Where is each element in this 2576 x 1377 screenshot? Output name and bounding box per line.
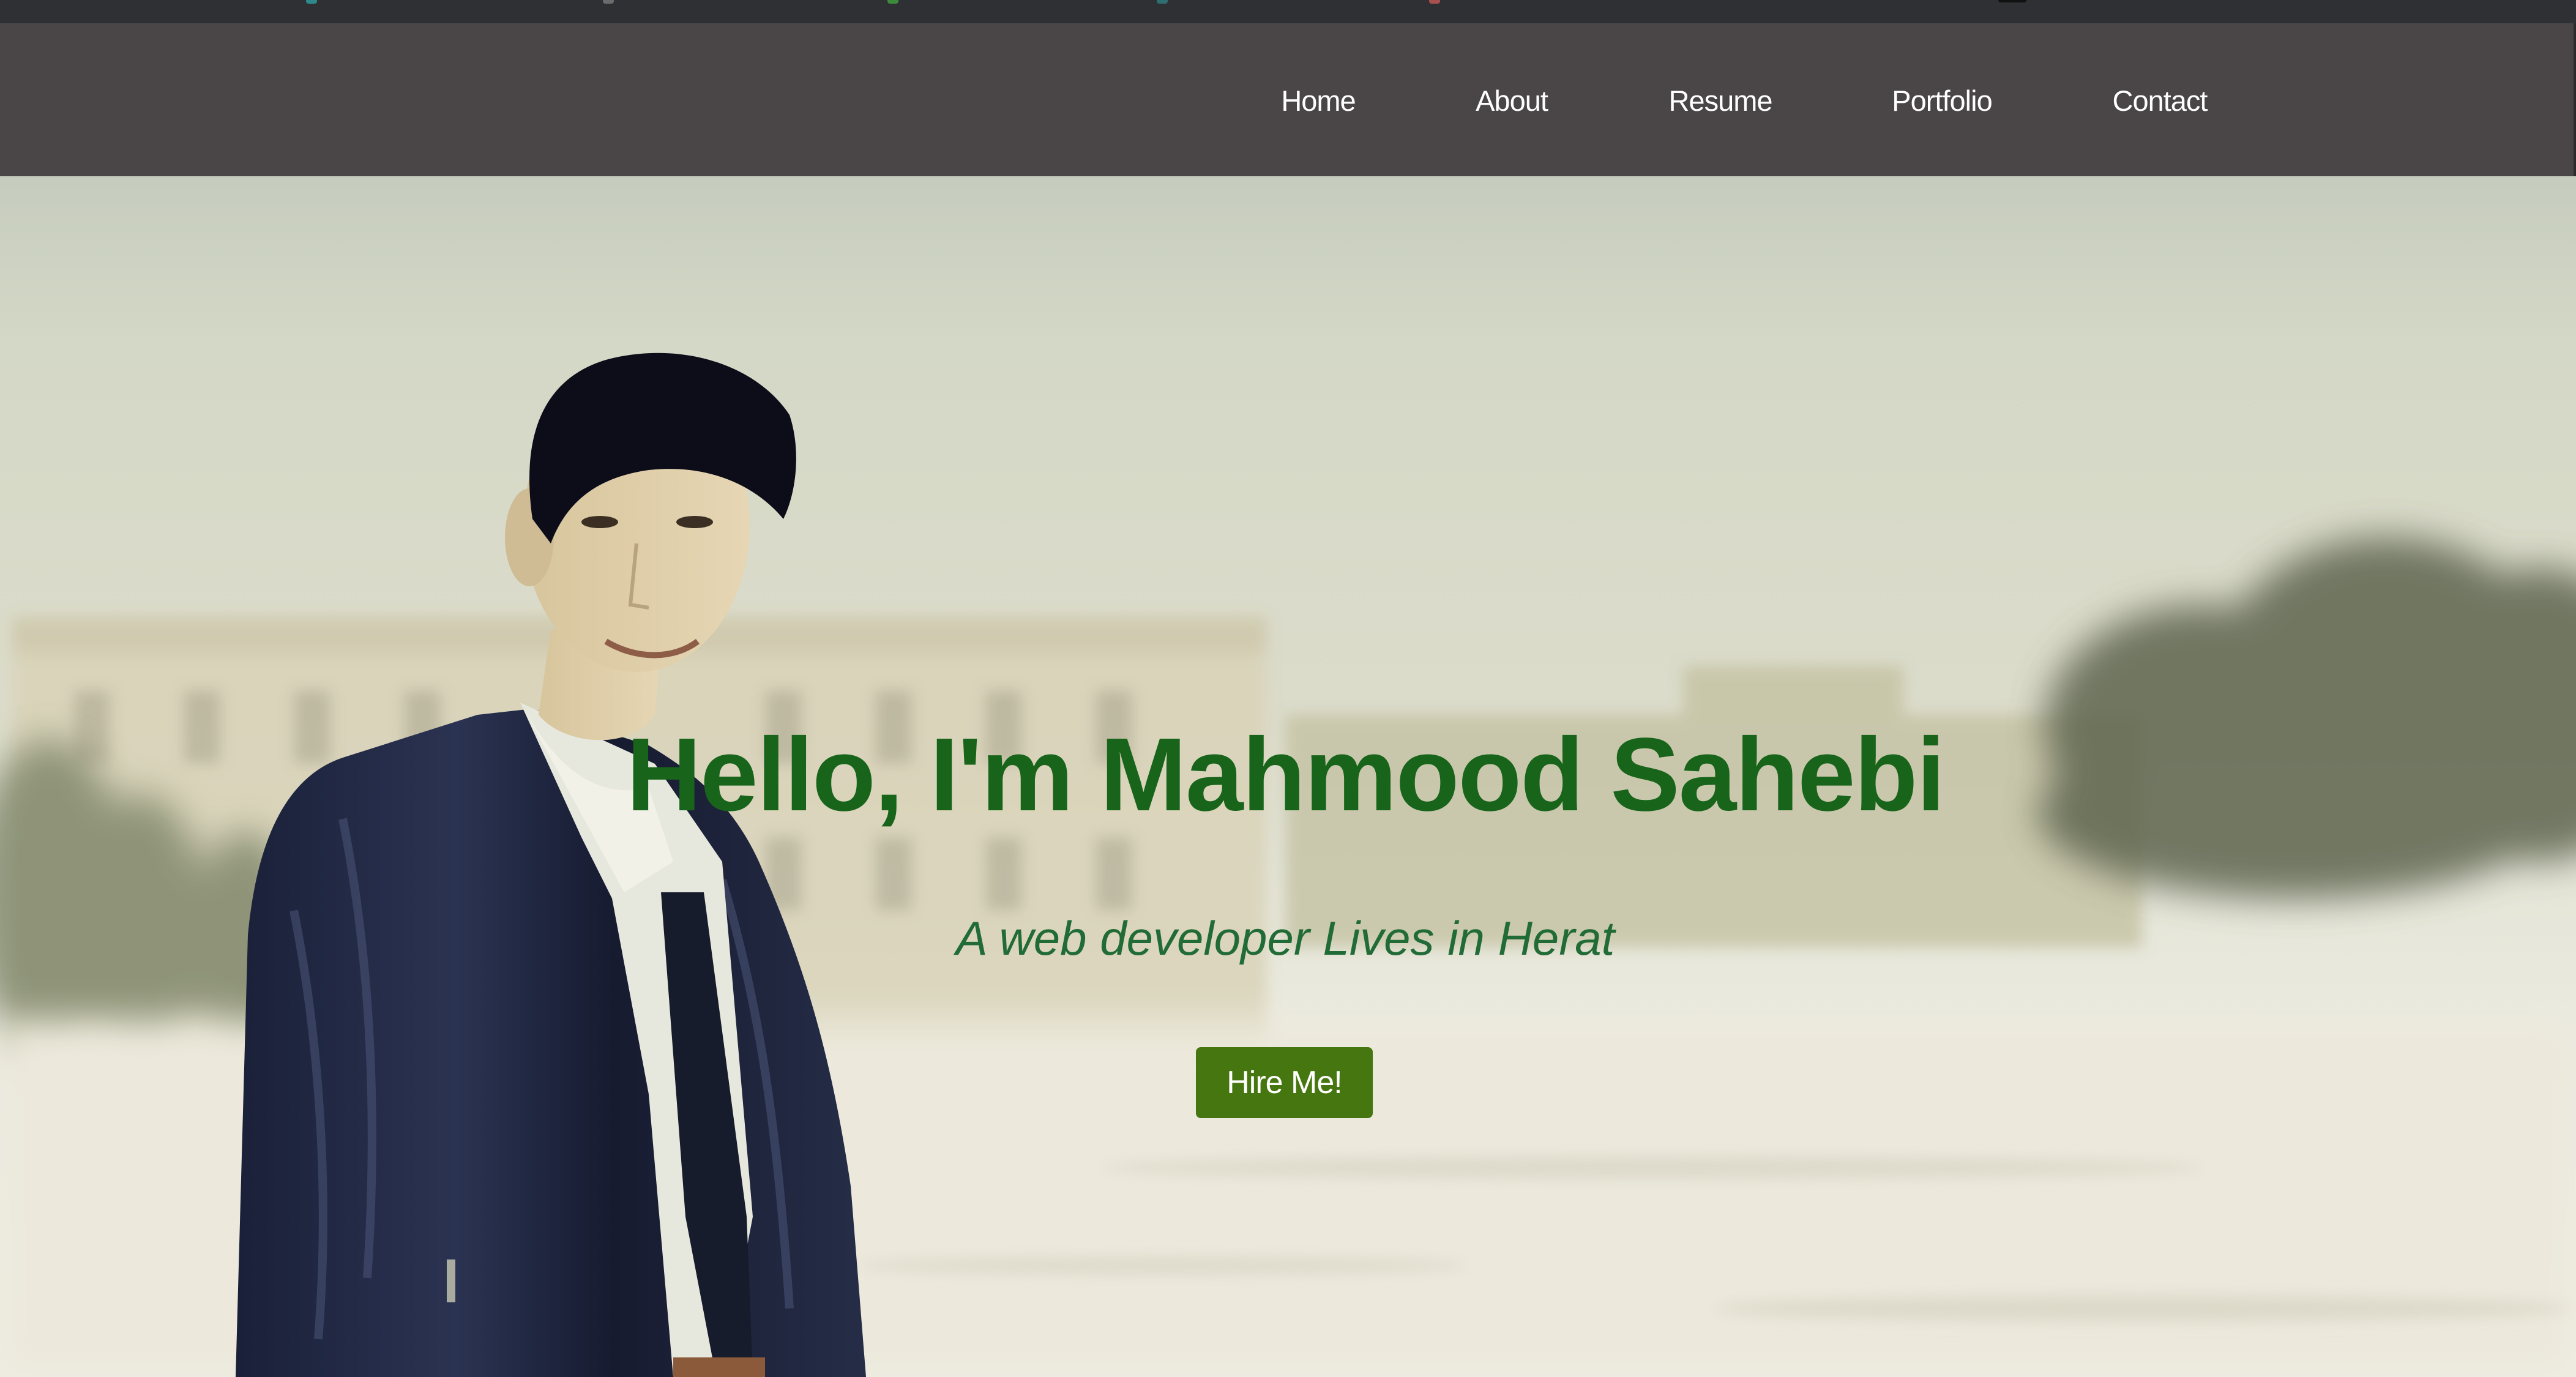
- nav-link-resume[interactable]: Resume: [1668, 23, 1772, 176]
- hero-title: Hello, I'm Mahmood Sahebi: [626, 717, 1945, 833]
- tab-indicator-icon: [1157, 0, 1168, 4]
- tab-indicator-icon: [1998, 0, 2026, 2]
- tab-indicator-icon: [887, 0, 898, 4]
- tab-indicator-icon: [306, 0, 317, 4]
- top-navbar: Home About Resume Portfolio Contact: [0, 23, 2574, 176]
- tab-indicator-icon: [1429, 0, 1440, 4]
- hero-subtitle: A web developer Lives in Herat: [955, 911, 1615, 965]
- nav-link-portfolio[interactable]: Portfolio: [1892, 23, 1992, 176]
- tab-indicator-icon: [603, 0, 614, 4]
- hire-me-button[interactable]: Hire Me!: [1196, 1047, 1373, 1118]
- hero-section: Hello, I'm Mahmood Sahebi A web develope…: [0, 176, 2576, 1377]
- nav-link-home[interactable]: Home: [1281, 23, 1356, 176]
- nav-link-about[interactable]: About: [1476, 23, 1548, 176]
- browser-top-strip: [0, 0, 2576, 23]
- nav-link-contact[interactable]: Contact: [2113, 23, 2208, 176]
